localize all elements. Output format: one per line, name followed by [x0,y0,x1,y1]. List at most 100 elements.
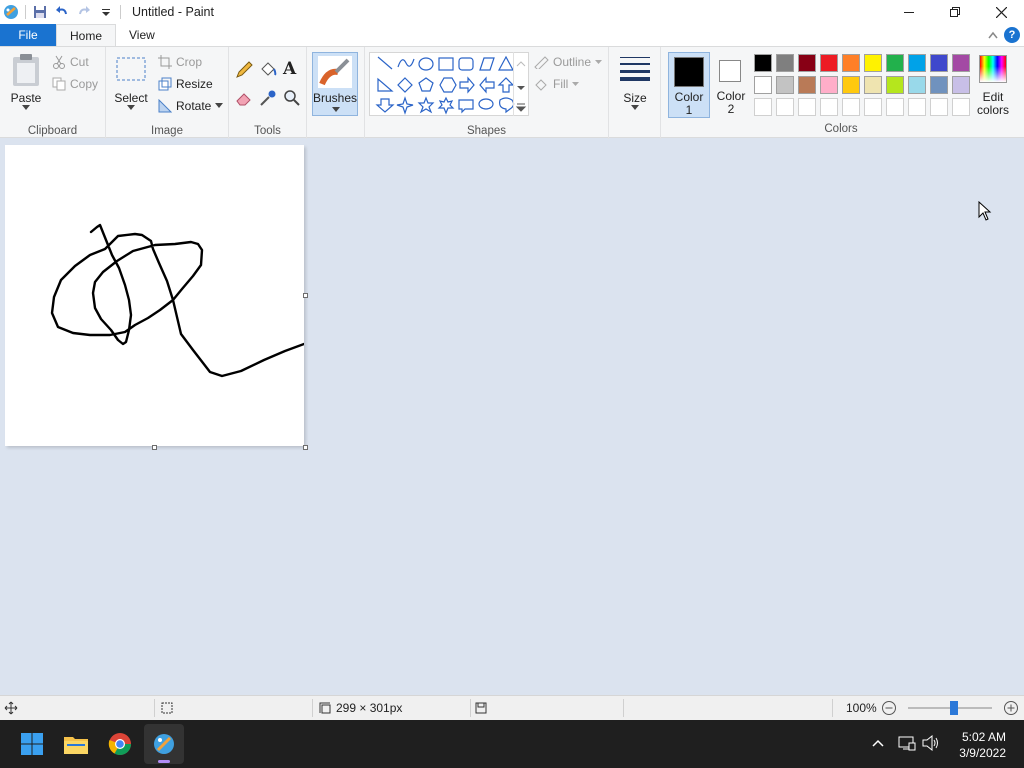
palette-color-swatch[interactable] [754,76,772,94]
palette-color-swatch[interactable] [776,76,794,94]
window-title: Untitled - Paint [132,5,214,19]
restore-button[interactable] [932,0,978,24]
custom-color-slot[interactable] [886,98,904,116]
size-label: Size [623,91,647,105]
redo-icon[interactable] [73,1,95,23]
pencil-icon[interactable] [235,61,253,82]
palette-color-swatch[interactable] [908,54,926,72]
text-tool-icon[interactable]: A [283,59,296,79]
system-clock[interactable]: 5:02 AM 3/9/2022 [959,729,1006,761]
custom-color-slot[interactable] [776,98,794,116]
file-explorer-button[interactable] [56,724,96,764]
tab-file[interactable]: File [0,24,56,46]
network-icon[interactable] [898,735,916,754]
palette-color-swatch[interactable] [798,54,816,72]
palette-color-swatch[interactable] [952,76,970,94]
shapes-scroll[interactable] [513,52,527,116]
active-app-indicator [158,760,170,763]
chrome-button[interactable] [100,724,140,764]
palette-color-swatch[interactable] [776,54,794,72]
edit-colors-label-line2: colors [976,103,1009,117]
paint-taskbar-button[interactable] [144,724,184,764]
zoom-slider-thumb[interactable] [950,701,959,715]
custom-color-slot[interactable] [754,98,772,116]
customize-quick-access-icon[interactable] [95,1,117,23]
crop-button[interactable]: Crop [158,55,202,69]
rotate-label: Rotate [176,99,212,113]
select-label: Select [114,91,148,105]
custom-color-slot[interactable] [864,98,882,116]
custom-color-slot[interactable] [820,98,838,116]
select-button[interactable]: Select [112,55,150,111]
cut-button[interactable]: Cut [52,55,89,69]
magnifier-icon[interactable] [283,89,301,110]
palette-color-swatch[interactable] [930,76,948,94]
palette-color-swatch[interactable] [820,76,838,94]
minimize-button[interactable] [886,0,932,24]
fill-bucket-icon[interactable] [259,61,277,82]
drawing-canvas[interactable] [5,145,306,446]
paste-button[interactable]: Paste [6,53,46,111]
palette-color-swatch[interactable] [842,54,860,72]
tab-view[interactable]: View [116,24,168,46]
resize-button[interactable]: Resize [158,77,213,91]
custom-color-slot[interactable] [952,98,970,116]
zoom-in-button[interactable] [1003,696,1019,720]
fill-button[interactable]: Fill [533,77,580,91]
fill-label: Fill [553,77,569,91]
close-button[interactable] [978,0,1024,24]
start-button[interactable] [12,724,52,764]
custom-color-slot[interactable] [842,98,860,116]
brush-icon [318,56,352,91]
color2-label-line2: 2 [727,102,735,116]
resize-handle-right[interactable] [303,293,308,298]
clipboard-group: Paste Cut Copy Clipboard [0,47,106,139]
palette-color-swatch[interactable] [952,54,970,72]
image-group: Select Crop Resize Rotate Image [106,47,229,139]
outline-button[interactable]: Outline [533,55,603,69]
palette-color-swatch[interactable] [798,76,816,94]
save-icon[interactable] [29,1,51,23]
copy-label: Copy [70,77,99,91]
color1-button[interactable]: Color 1 [668,52,710,118]
size-button[interactable]: Size [617,55,653,111]
resize-handle-corner[interactable] [303,445,308,450]
help-icon[interactable]: ? [1004,27,1020,43]
eraser-icon[interactable] [235,89,253,110]
show-hidden-icons-icon[interactable] [872,737,884,751]
volume-icon[interactable] [922,734,940,754]
palette-color-swatch[interactable] [864,54,882,72]
palette-color-swatch[interactable] [820,54,838,72]
copy-button[interactable]: Copy [52,77,98,91]
resize-handle-bottom[interactable] [152,445,157,450]
canvas-area[interactable] [0,139,1024,695]
palette-color-swatch[interactable] [886,76,904,94]
zoom-out-button[interactable] [881,696,897,720]
edit-colors-button[interactable]: Edit colors [972,53,1014,119]
palette-color-swatch[interactable] [842,76,860,94]
palette-color-swatch[interactable] [754,54,772,72]
custom-color-slot[interactable] [798,98,816,116]
paint-app-icon[interactable] [0,1,22,23]
color-picker-icon[interactable] [259,89,277,110]
custom-color-slot[interactable] [930,98,948,116]
clipboard-group-label: Clipboard [27,125,78,137]
custom-color-slot[interactable] [908,98,926,116]
color2-label: Color 2 [712,90,750,116]
color2-button[interactable]: Color 2 [712,52,750,118]
palette-color-swatch[interactable] [930,54,948,72]
rotate-button[interactable]: Rotate [158,99,224,113]
tab-home[interactable]: Home [56,24,117,46]
shapes-gallery[interactable] [369,52,529,116]
undo-icon[interactable] [51,1,73,23]
collapse-ribbon-icon[interactable] [988,28,998,42]
chevron-down-icon [332,107,340,112]
brushes-button[interactable]: Brushes [312,52,358,116]
palette-color-swatch[interactable] [886,54,904,72]
chevron-down-icon [572,81,580,86]
canvas-size-text: 299 × 301px [336,701,403,715]
mouse-cursor-icon [978,200,992,224]
palette-color-swatch[interactable] [864,76,882,94]
palette-color-swatch[interactable] [908,76,926,94]
chevron-down-icon [215,103,224,108]
